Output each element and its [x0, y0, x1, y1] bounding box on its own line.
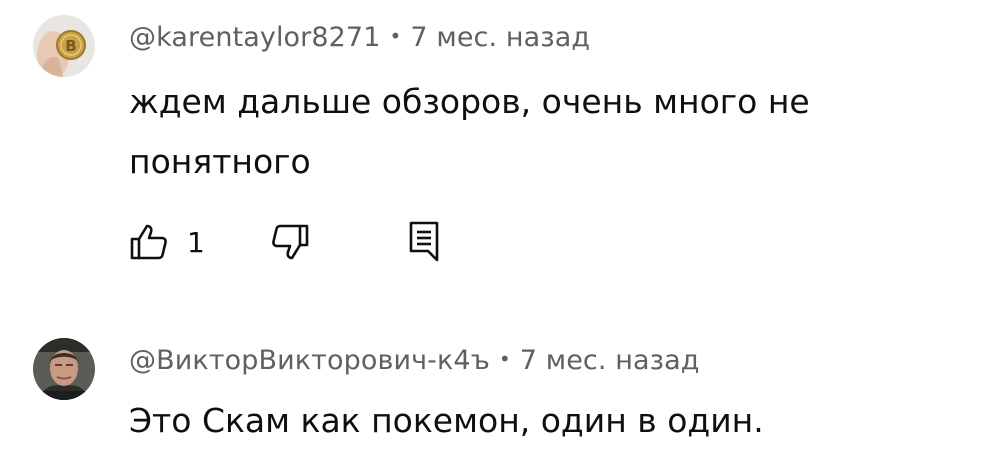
- author-name[interactable]: @karentaylor8271: [129, 22, 380, 53]
- comment-text-line: Это Скам как покемон, один в один.: [129, 401, 764, 440]
- comment-actions: 1: [129, 217, 529, 267]
- svg-text:B: B: [65, 37, 76, 55]
- comment-text-line: понятного: [129, 142, 311, 181]
- reply-comment-icon: [409, 221, 439, 262]
- comment-time[interactable]: 7 мес. назад: [410, 22, 590, 53]
- meta-separator: •: [389, 24, 402, 48]
- reply-button[interactable]: [408, 217, 442, 267]
- like-button[interactable]: 1: [129, 217, 205, 267]
- comment-text: ждем дальше обзоров, очень много не поня…: [129, 72, 959, 192]
- bitcoin-coin-avatar-icon: B: [33, 15, 95, 77]
- man-portrait-avatar-icon: [33, 338, 95, 400]
- comment-item: B @karentaylor8271 • 7 мес. назад ждем дал…: [0, 0, 1004, 300]
- thumbs-up-icon: [130, 224, 167, 260]
- comment-text: Это Скам как покемон, один в один.: [129, 391, 959, 451]
- like-count: 1: [187, 225, 205, 259]
- avatar[interactable]: [33, 338, 95, 400]
- meta-separator: •: [498, 347, 511, 371]
- author-name[interactable]: @ВикторВикторович-к4ъ: [129, 345, 490, 376]
- avatar[interactable]: B: [33, 15, 95, 77]
- comment-meta: @ВикторВикторович-к4ъ • 7 мес. назад: [129, 345, 700, 376]
- comment-meta: @karentaylor8271 • 7 мес. назад: [129, 22, 590, 53]
- comment-time[interactable]: 7 мес. назад: [520, 345, 700, 376]
- comment-item: @ВикторВикторович-к4ъ • 7 мес. назад Это С…: [0, 318, 1004, 467]
- comment-text-line: ждем дальше обзоров, очень много не: [129, 82, 810, 121]
- thumbs-down-icon: [272, 224, 309, 260]
- dislike-button[interactable]: [270, 217, 310, 267]
